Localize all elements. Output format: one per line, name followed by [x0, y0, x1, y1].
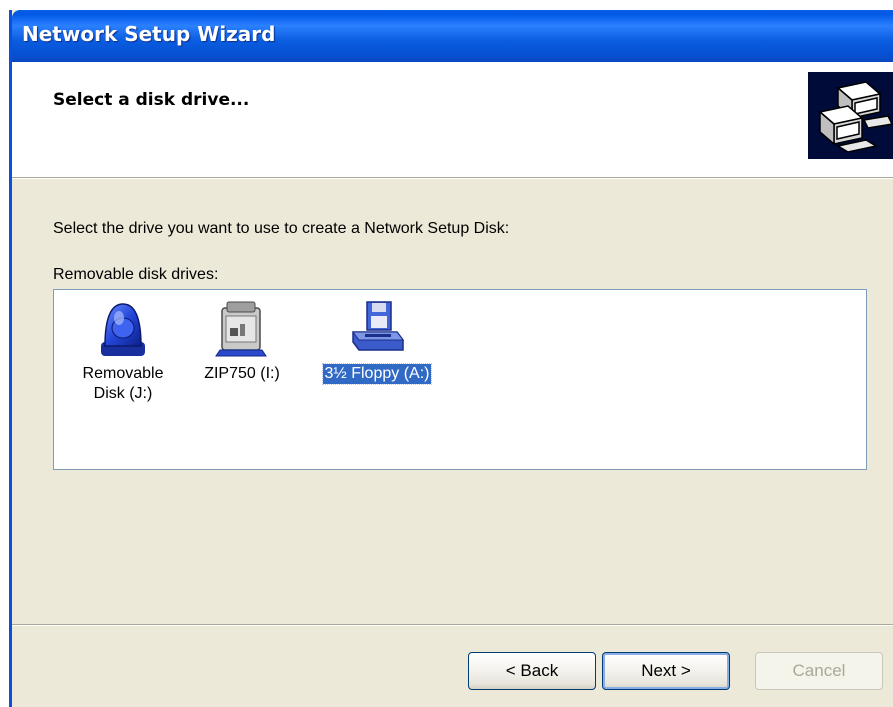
- title-bar[interactable]: Network Setup Wizard: [12, 10, 893, 62]
- footer-divider: [12, 624, 893, 626]
- page-title: Select a disk drive...: [53, 90, 250, 110]
- next-button[interactable]: Next >: [602, 652, 730, 690]
- drive-list[interactable]: Removable Disk (J:) ZIP750 (I:) 3½ Flopp…: [53, 289, 867, 470]
- wizard-content: Select the drive you want to use to crea…: [12, 178, 893, 630]
- floppy-drive-icon: [352, 301, 404, 351]
- instruction-text: Select the drive you want to use to crea…: [53, 220, 510, 237]
- back-button[interactable]: < Back: [468, 652, 596, 690]
- drive-list-label: Removable disk drives:: [53, 266, 219, 283]
- drive-item-zip750[interactable]: ZIP750 (I:): [187, 298, 297, 384]
- zip-drive-icon: [215, 301, 267, 357]
- network-computers-icon: [808, 72, 893, 159]
- drive-item-removable-disk[interactable]: Removable Disk (J:): [68, 298, 178, 404]
- drive-label: Removable Disk (J:): [82, 365, 164, 402]
- wizard-header: Select a disk drive...: [12, 62, 893, 178]
- window-title: Network Setup Wizard: [22, 22, 276, 46]
- removable-disk-icon: [101, 303, 145, 356]
- wizard-window: Network Setup Wizard Select a disk drive…: [9, 10, 893, 707]
- cancel-button[interactable]: Cancel: [755, 652, 883, 690]
- drive-label: ZIP750 (I:): [204, 365, 280, 382]
- drive-item-floppy[interactable]: 3½ Floppy (A:): [321, 298, 433, 385]
- drive-label: 3½ Floppy (A:): [321, 363, 433, 385]
